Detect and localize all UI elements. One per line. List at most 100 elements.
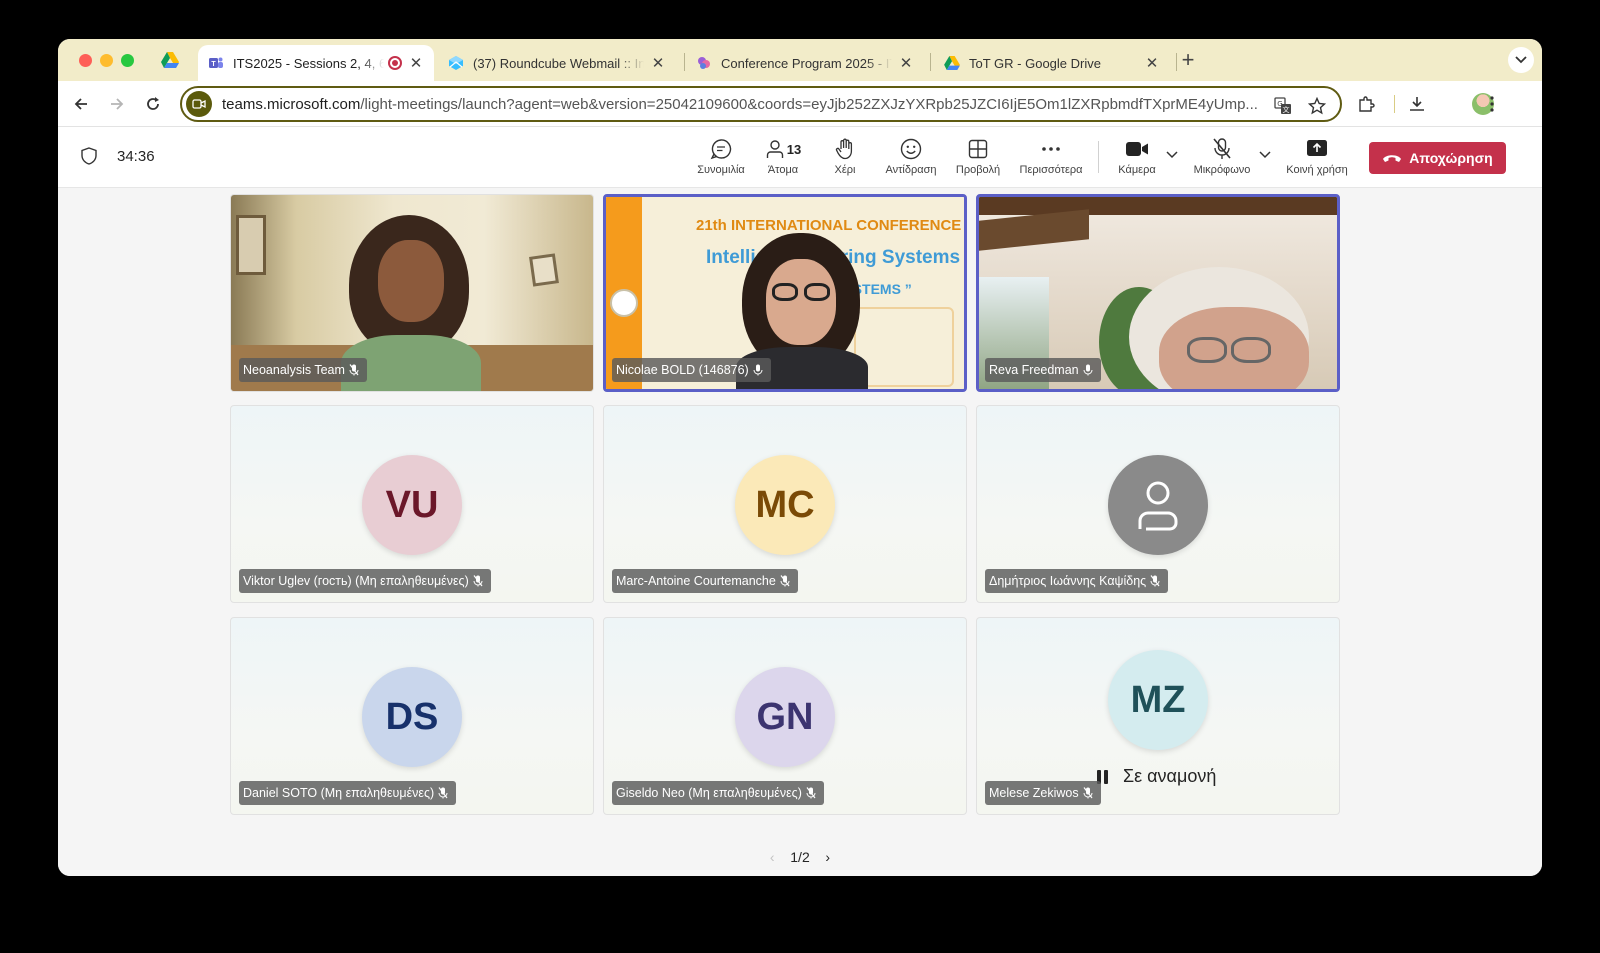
participant-tile-nicolae-bold[interactable]: 21th INTERNATIONAL CONFERENCE Intelligen…: [603, 194, 967, 392]
participant-name: Nicolae BOLD (146876): [612, 358, 771, 382]
back-button[interactable]: [69, 92, 93, 116]
people-count: 13: [786, 141, 802, 157]
participant-tile-daniel-soto[interactable]: DS Daniel SOTO (Μη επαληθευμένες): [230, 617, 594, 815]
kebab-menu-icon: [1490, 96, 1494, 112]
arrow-right-icon: [111, 98, 124, 110]
microphone-label: Μικρόφωνο: [1193, 164, 1251, 176]
arrow-left-icon: [74, 98, 87, 110]
svg-text:T: T: [211, 61, 216, 68]
tab-roundcube[interactable]: (37) Roundcube Webmail :: Inbox ✕: [438, 45, 676, 81]
forward-button[interactable]: [105, 92, 129, 116]
people-button[interactable]: 13 Άτομα: [756, 137, 810, 181]
star-icon: [1308, 97, 1326, 115]
more-label: Περισσότερα: [1019, 164, 1083, 176]
raise-hand-label: Χέρι: [834, 164, 856, 176]
google-drive-icon: [944, 55, 960, 71]
participant-tile-marc-antoine[interactable]: MC Marc-Antoine Courtemanche: [603, 405, 967, 603]
previous-page-button[interactable]: ‹: [762, 849, 782, 865]
translate-button[interactable]: 文G: [1272, 95, 1294, 117]
microphone-button[interactable]: Μικρόφωνο: [1188, 137, 1256, 181]
tab-search-button[interactable]: [1508, 47, 1534, 73]
tab-conference-program[interactable]: Conference Program 2025 - ITS ✕: [686, 45, 924, 81]
participant-tile-viktor-uglev[interactable]: VU Viktor Uglev (гость) (Μη επαληθευμένε…: [230, 405, 594, 603]
browser-menu-button[interactable]: [1480, 92, 1504, 116]
tab-close-button[interactable]: ✕: [650, 54, 666, 72]
tab-title: ToT GR - Google Drive: [969, 55, 1101, 71]
microphone-muted-icon: [349, 364, 359, 376]
participant-name: Giseldo Neo (Μη επαληθευμένες): [612, 781, 824, 805]
teams-icon: T: [208, 55, 224, 71]
more-icon: [1042, 147, 1060, 151]
translate-icon: 文G: [1274, 97, 1291, 114]
pinned-tab-google-drive[interactable]: [156, 49, 184, 71]
conference-logo-icon: [610, 289, 638, 317]
tab-close-button[interactable]: ✕: [1144, 54, 1160, 72]
chat-button[interactable]: Συνομιλία: [686, 137, 756, 181]
microphone-icon: [1083, 364, 1093, 376]
microphone-muted-icon: [473, 575, 483, 587]
participant-name: Daniel SOTO (Μη επαληθευμένες): [239, 781, 457, 805]
more-button[interactable]: Περισσότερα: [1013, 137, 1089, 181]
participant-tile-melese-zekiwos[interactable]: MZ Σε αναμονή Melese Zekiwos: [976, 617, 1340, 815]
participant-tile-reva-freedman[interactable]: Reva Freedman: [976, 194, 1340, 392]
svg-text:G: G: [1277, 100, 1282, 108]
gallery-pager: ‹ 1/2 ›: [58, 849, 1542, 865]
bookmark-button[interactable]: [1306, 95, 1328, 117]
microphone-muted-icon: [1083, 787, 1093, 799]
leave-label: Αποχώρηση: [1409, 150, 1493, 166]
person-icon: [1138, 481, 1178, 531]
recording-icon: [388, 56, 402, 70]
downloads-button[interactable]: [1405, 92, 1429, 116]
reload-icon: [147, 97, 159, 110]
camera-label: Κάμερα: [1118, 164, 1156, 176]
camera-options-chevron-icon[interactable]: [1166, 151, 1178, 159]
participant-tile-dimitrios[interactable]: Δημήτριος Ιωάννης Καψίδης: [976, 405, 1340, 603]
teams-meeting: 34:36 Συνομιλία 13 Άτομα Χέρι Αντίδραση …: [58, 127, 1542, 876]
microphone-muted-icon: [806, 787, 816, 799]
conference-icon: [696, 55, 712, 71]
microphone-options-chevron-icon[interactable]: [1259, 151, 1271, 159]
address-bar[interactable]: teams.microsoft.com/light-meetings/launc…: [180, 86, 1342, 122]
react-button[interactable]: Αντίδραση: [880, 137, 942, 181]
extensions-button[interactable]: [1354, 92, 1378, 116]
shield-icon[interactable]: [81, 147, 97, 165]
raise-hand-button[interactable]: Χέρι: [820, 137, 870, 181]
emoji-icon: [900, 138, 922, 160]
avatar: [1108, 455, 1208, 555]
leave-button[interactable]: Αποχώρηση: [1369, 142, 1506, 174]
video-camera-icon: [192, 99, 206, 109]
participant-tile-neoanalysis[interactable]: Neoanalysis Team: [230, 194, 594, 392]
participant-tile-giseldo-neo[interactable]: GN Giseldo Neo (Μη επαληθευμένες): [603, 617, 967, 815]
react-label: Αντίδραση: [885, 164, 937, 176]
tab-google-drive[interactable]: ToT GR - Google Drive ✕: [934, 45, 1170, 81]
participant-name: Melese Zekiwos: [985, 781, 1101, 805]
grid-view-icon: [968, 139, 988, 159]
minimize-window-button[interactable]: [100, 54, 113, 67]
avatar: DS: [362, 667, 462, 767]
chevron-down-icon: [1515, 56, 1527, 64]
microphone-icon: [753, 364, 763, 376]
tab-close-button[interactable]: ✕: [408, 54, 424, 72]
chat-label: Συνομιλία: [697, 164, 745, 176]
video-camera-icon: [1126, 142, 1148, 156]
share-button[interactable]: Κοινή χρήση: [1280, 137, 1354, 181]
svg-text:文: 文: [1283, 105, 1290, 114]
tab-close-button[interactable]: ✕: [898, 54, 914, 72]
tab-teams-meeting[interactable]: T ITS2025 - Sessions 2, 4, 6 ✕: [198, 45, 434, 81]
maximize-window-button[interactable]: [121, 54, 134, 67]
site-info-button[interactable]: [186, 91, 212, 117]
share-label: Κοινή χρήση: [1286, 164, 1348, 176]
participant-name: Marc-Antoine Courtemanche: [612, 569, 798, 593]
next-page-button[interactable]: ›: [818, 849, 838, 865]
close-window-button[interactable]: [79, 54, 92, 67]
reload-button[interactable]: [141, 92, 165, 116]
people-icon: [766, 140, 783, 158]
new-tab-button[interactable]: +: [1175, 47, 1201, 73]
view-label: Προβολή: [955, 164, 1001, 176]
camera-button[interactable]: Κάμερα: [1112, 137, 1162, 181]
participant-name: Δημήτριος Ιωάννης Καψίδης: [985, 569, 1169, 593]
participant-name: Reva Freedman: [985, 358, 1101, 382]
tab-title: Conference Program 2025 - ITS: [721, 55, 892, 71]
microphone-muted-icon: [438, 787, 448, 799]
view-button[interactable]: Προβολή: [951, 137, 1005, 181]
